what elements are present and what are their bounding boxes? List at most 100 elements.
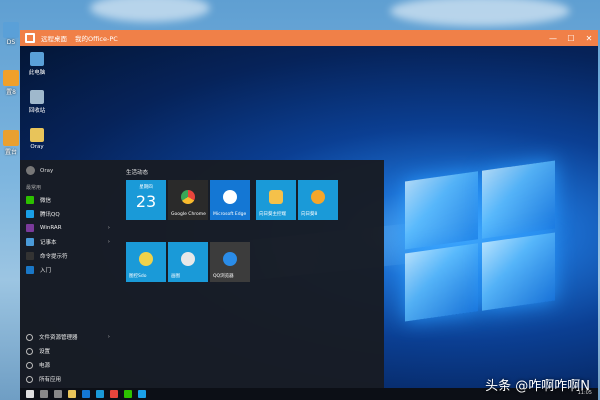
qq-icon[interactable] <box>138 390 146 398</box>
start-item-label: 设置 <box>39 349 51 355</box>
user-name: Oray <box>40 167 54 174</box>
tile-paint[interactable]: 画图 <box>168 242 208 282</box>
tile-photo[interactable]: 图控Sdo <box>126 242 166 282</box>
start-power[interactable]: 电源 <box>26 360 114 370</box>
window-titlebar[interactable]: 远程桌面 我的Office-PC — ☐ ✕ <box>20 30 598 46</box>
maximize-button[interactable]: ☐ <box>562 30 580 46</box>
host-desktop-icon[interactable]: 置台 <box>0 130 22 156</box>
desktop-icon-oray[interactable]: Oray <box>20 128 54 150</box>
qq-icon <box>26 210 34 218</box>
folder-icon <box>30 128 44 142</box>
logo-pane <box>405 171 478 250</box>
wechat-icon <box>26 196 34 204</box>
computer-icon <box>30 52 44 66</box>
task-view-icon[interactable] <box>54 390 62 398</box>
start-item-label: 命令提示符 <box>40 254 68 260</box>
start-menu: Oray 最常用 微信 腾讯QQ WinRAR › 记事本 › 命令提示符 入门… <box>20 160 384 388</box>
chevron-right-icon[interactable]: › <box>108 225 110 231</box>
tile-sunlogin[interactable]: 向日葵8 <box>298 180 338 220</box>
close-button[interactable]: ✕ <box>580 30 598 46</box>
edge-icon[interactable] <box>82 390 90 398</box>
tile-sunlogin-control[interactable]: 向日葵主控端 <box>256 180 296 220</box>
start-item-qq[interactable]: 腾讯QQ <box>26 209 114 219</box>
tile-label: 画图 <box>171 274 180 279</box>
file-explorer-icon <box>26 333 33 341</box>
sunflower-icon <box>311 190 325 204</box>
folder-icon <box>3 22 19 38</box>
tile-label: QQ浏览器 <box>213 274 234 279</box>
winrar-icon <box>26 224 34 232</box>
minimize-button[interactable]: — <box>544 30 562 46</box>
start-settings[interactable]: 设置 <box>26 346 114 356</box>
windows-logo-wallpaper <box>405 160 555 322</box>
package-icon <box>3 130 19 146</box>
tile-microsoft-edge[interactable]: Microsoft Edge <box>210 180 250 220</box>
start-user-account[interactable]: Oray <box>26 166 53 175</box>
window-title: 远程桌面 <box>41 35 67 43</box>
remote-app-logo-icon <box>25 33 35 43</box>
desktop-icon-recycle-bin[interactable]: 回收站 <box>20 90 54 114</box>
logo-pane <box>482 160 555 239</box>
calendar-date: 23 <box>135 192 157 211</box>
chevron-right-icon[interactable]: › <box>108 334 110 340</box>
watermark: 头条 @咋啊咋啊N <box>485 379 590 394</box>
start-item-get-started[interactable]: 入门 <box>26 265 114 275</box>
most-used-heading: 最常用 <box>26 185 42 191</box>
desktop-icon-label: 此电脑 <box>28 70 46 76</box>
window-subtitle: 我的Office-PC <box>75 35 118 43</box>
logo-pane <box>482 232 555 311</box>
person-icon <box>26 266 34 274</box>
host-icon-label: 置台 <box>4 149 17 156</box>
start-item-cmd[interactable]: 命令提示符 <box>26 251 114 261</box>
chevron-right-icon[interactable]: › <box>108 239 110 245</box>
desktop-icon-label: Oray <box>30 144 44 150</box>
edge-icon <box>223 190 237 204</box>
start-item-label: 文件资源管理器 <box>39 335 78 341</box>
tile-label: 向日葵8 <box>301 212 318 217</box>
start-file-explorer[interactable]: 文件资源管理器 › <box>26 332 114 342</box>
start-all-apps[interactable]: 所有应用 <box>26 374 114 384</box>
host-desktop-icon[interactable]: DS <box>0 22 22 46</box>
start-item-label: 电源 <box>39 363 51 369</box>
start-item-label: WinRAR <box>40 225 62 231</box>
chrome-icon <box>181 190 195 204</box>
store-icon[interactable] <box>96 390 104 398</box>
tile-qq-browser[interactable]: QQ浏览器 <box>210 242 250 282</box>
power-icon <box>26 361 33 369</box>
explorer-icon[interactable] <box>68 390 76 398</box>
tile-label: 向日葵主控端 <box>259 212 286 217</box>
start-item-winrar[interactable]: WinRAR › <box>26 223 114 233</box>
search-icon[interactable] <box>40 390 48 398</box>
logo-pane <box>405 243 478 322</box>
tile-label: 图控Sdo <box>129 274 147 279</box>
start-menu-tiles: 生活动态 星期四 23 Google Chrome Microsoft Edge… <box>124 160 384 388</box>
folder-icon <box>269 190 283 204</box>
desktop-icon-label: 回收站 <box>28 108 46 114</box>
start-item-label: 微信 <box>40 198 52 204</box>
start-item-label: 腾讯QQ <box>40 212 60 218</box>
tile-calendar[interactable]: 星期四 23 <box>126 180 166 220</box>
window-controls: — ☐ ✕ <box>544 30 598 46</box>
start-menu-app-list: Oray 最常用 微信 腾讯QQ WinRAR › 记事本 › 命令提示符 入门… <box>20 160 120 388</box>
start-item-label: 所有应用 <box>39 377 62 383</box>
desktop-icon-this-pc[interactable]: 此电脑 <box>20 52 54 76</box>
tile-google-chrome[interactable]: Google Chrome <box>168 180 208 220</box>
notepad-icon <box>26 238 34 246</box>
gear-icon <box>26 347 33 355</box>
start-item-label: 记事本 <box>40 240 57 246</box>
start-item-notepad[interactable]: 记事本 › <box>26 237 114 247</box>
wechat-icon[interactable] <box>124 390 132 398</box>
chrome-icon[interactable] <box>110 390 118 398</box>
paint-icon <box>181 252 195 266</box>
avatar <box>26 166 35 175</box>
recycle-bin-icon <box>30 90 44 104</box>
cmd-icon <box>26 252 34 260</box>
gear-icon <box>3 70 19 86</box>
apps-icon <box>26 375 33 383</box>
windows-start-icon[interactable] <box>26 390 34 398</box>
host-desktop-icon[interactable]: 置8 <box>0 70 22 96</box>
qq-browser-icon <box>223 252 237 266</box>
flower-icon <box>139 252 153 266</box>
tile-group-title: 生活动态 <box>126 170 149 176</box>
start-item-wechat[interactable]: 微信 <box>26 195 114 205</box>
